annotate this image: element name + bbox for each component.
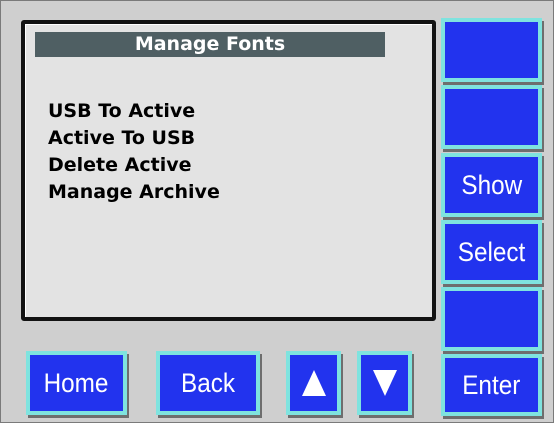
enter-button[interactable]: Enter: [441, 354, 542, 416]
show-button[interactable]: Show: [441, 153, 542, 217]
down-arrow-icon: [372, 370, 397, 396]
menu-item-manage-archive[interactable]: Manage Archive: [48, 179, 220, 206]
blank-soft-key-2[interactable]: [441, 85, 542, 149]
scroll-down-button[interactable]: [357, 351, 412, 415]
up-arrow-icon: [301, 370, 326, 396]
blank-soft-key-1[interactable]: [441, 18, 542, 82]
enter-button-label: Enter: [462, 369, 521, 400]
menu-item-usb-to-active[interactable]: USB To Active: [48, 98, 220, 125]
back-button-label: Back: [180, 367, 236, 398]
home-button[interactable]: Home: [26, 351, 127, 415]
home-button-label: Home: [44, 367, 109, 398]
menu-item-active-to-usb[interactable]: Active To USB: [48, 125, 220, 152]
lcd-screen: Manage Fonts USB To Active Active To USB…: [21, 20, 436, 321]
back-button[interactable]: Back: [156, 351, 260, 415]
scroll-up-button[interactable]: [286, 351, 341, 415]
menu-item-delete-active[interactable]: Delete Active: [48, 152, 220, 179]
show-button-label: Show: [461, 169, 522, 200]
select-button[interactable]: Select: [441, 220, 542, 284]
menu-list: USB To Active Active To USB Delete Activ…: [48, 98, 220, 206]
select-button-label: Select: [457, 236, 526, 267]
blank-soft-key-5[interactable]: [441, 287, 542, 351]
device-panel: Manage Fonts USB To Active Active To USB…: [0, 0, 554, 423]
screen-title: Manage Fonts: [35, 32, 385, 57]
